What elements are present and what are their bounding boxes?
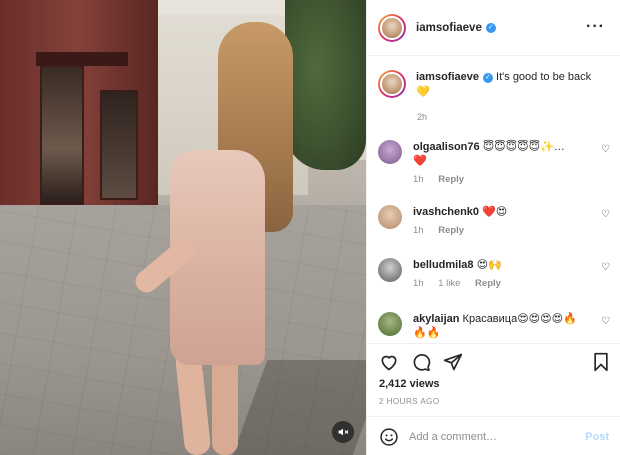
heart-icon[interactable] — [379, 352, 399, 372]
comment-text: 😍🙌 — [476, 259, 502, 271]
comment-meta: 1h Reply — [413, 173, 593, 187]
verified-badge-icon: ✓ — [482, 73, 493, 83]
comment-timestamp: 1h — [413, 225, 424, 236]
avatar[interactable] — [378, 70, 406, 98]
reply-button[interactable]: Reply — [438, 174, 464, 185]
comment-timestamp: 1h — [413, 174, 424, 185]
comment-text: ❤️😍 — [482, 206, 508, 218]
heart-icon[interactable]: ♡ — [601, 144, 610, 155]
person-leg — [212, 355, 238, 455]
avatar[interactable] — [378, 258, 402, 282]
heart-icon[interactable]: ♡ — [601, 262, 610, 273]
shop-window — [100, 90, 138, 200]
background-tree — [285, 0, 366, 170]
caption-username[interactable]: iamsofiaeve — [416, 71, 479, 83]
emoji-icon[interactable] — [379, 427, 399, 447]
post-header: iamsofiaeve ✓ ··· — [367, 0, 620, 56]
comment-likes[interactable]: 1 like — [438, 278, 460, 289]
shop-window — [40, 65, 84, 205]
avatar[interactable] — [378, 13, 406, 42]
comment-text: Красавица😍😍😍😍🔥 — [462, 313, 577, 325]
bookmark-icon[interactable] — [591, 352, 611, 372]
post-comment-button[interactable]: Post — [585, 431, 609, 443]
heart-icon[interactable]: ♡ — [601, 209, 610, 220]
action-icons — [379, 352, 463, 372]
caption-emoji: 💛 — [416, 86, 430, 98]
view-count[interactable]: 2,412 views — [379, 378, 440, 390]
more-options-icon[interactable]: ··· — [586, 18, 605, 36]
reply-button[interactable]: Reply — [438, 225, 464, 236]
comment-text: 🔥🔥 — [413, 327, 441, 339]
comment-timestamp: 1h — [413, 278, 424, 289]
verified-badge-icon: ✓ — [485, 22, 496, 33]
comment-username[interactable]: ivashchenk0 — [413, 206, 479, 218]
comment-body: belludmila8 😍🙌 1h 1 like Reply — [413, 258, 593, 291]
comment-body: akylaijan Красавица😍😍😍😍🔥 🔥🔥 — [413, 312, 593, 340]
comment-body: olgaalison76 😇😇😇😇😇✨… ❤️ 1h Reply — [413, 140, 593, 187]
header-username[interactable]: iamsofiaeve — [416, 22, 482, 34]
comment-text: ❤️ — [413, 155, 427, 167]
caption-text: It's good to be back — [496, 71, 592, 83]
caption-body: iamsofiaeve ✓ It's good to be back 💛 — [416, 70, 591, 100]
avatar[interactable] — [378, 205, 402, 229]
comment-meta: 1h 1 like Reply — [413, 277, 593, 291]
heart-icon[interactable]: ♡ — [601, 316, 610, 327]
comment-username[interactable]: belludmila8 — [413, 259, 474, 271]
comment-item: belludmila8 😍🙌 1h 1 like Reply ♡ — [378, 258, 614, 291]
comment-icon[interactable] — [411, 352, 431, 372]
post-details-panel: iamsofiaeve ✓ ··· iamsofiaeve ✓ It's good… — [366, 0, 620, 455]
comment-meta: 1h Reply — [413, 224, 593, 238]
avatar[interactable] — [378, 312, 402, 336]
comment-username[interactable]: olgaalison76 — [413, 141, 480, 153]
instagram-post-modal: iamsofiaeve ✓ ··· iamsofiaeve ✓ It's good… — [0, 0, 620, 455]
comment-input[interactable] — [409, 430, 586, 443]
comment-item: ivashchenk0 ❤️😍 1h Reply ♡ — [378, 205, 614, 238]
reply-button[interactable]: Reply — [475, 278, 501, 289]
comment-body: ivashchenk0 ❤️😍 1h Reply — [413, 205, 593, 238]
muted-speaker-icon-glyph — [338, 428, 349, 436]
comment-username[interactable]: akylaijan — [413, 313, 459, 325]
post-caption: iamsofiaeve ✓ It's good to be back 💛 — [378, 70, 614, 100]
avatar[interactable] — [378, 140, 402, 164]
post-timestamp: 2 HOURS AGO — [379, 397, 440, 406]
comment-composer: Post — [367, 416, 620, 455]
shop-awning — [36, 52, 128, 66]
muted-speaker-icon[interactable] — [332, 421, 354, 443]
share-icon[interactable] — [443, 352, 463, 372]
comment-text: 😇😇😇😇😇✨… — [482, 141, 565, 153]
post-actions: 2,412 views 2 HOURS AGO Post — [367, 343, 620, 455]
post-video[interactable] — [0, 0, 366, 455]
caption-timestamp: 2h — [417, 112, 428, 122]
comment-item: akylaijan Красавица😍😍😍😍🔥 🔥🔥 ♡ — [378, 312, 614, 340]
comment-item: olgaalison76 😇😇😇😇😇✨… ❤️ 1h Reply ♡ — [378, 140, 614, 187]
